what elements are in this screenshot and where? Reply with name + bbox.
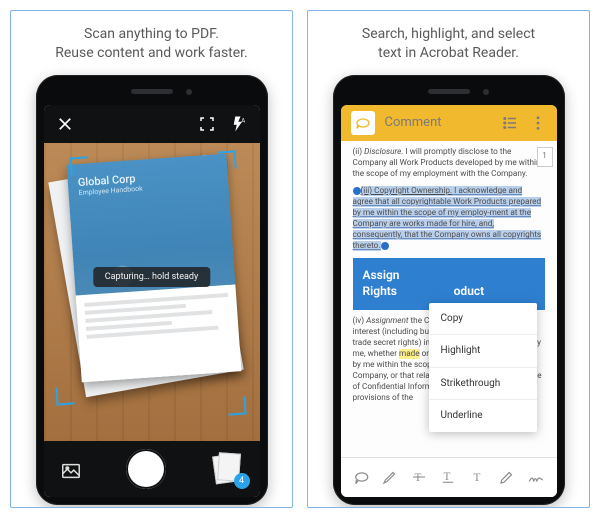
sensor	[483, 89, 489, 95]
caption-line: Search, highlight, and select	[362, 25, 535, 44]
thumb-count-badge: 4	[234, 473, 250, 489]
crop-corner[interactable]	[217, 150, 236, 169]
strikethrough-tool-icon[interactable]: T	[409, 467, 429, 487]
menu-underline[interactable]: Underline	[429, 400, 537, 432]
signature-tool-icon[interactable]	[526, 467, 546, 487]
gallery-icon[interactable]	[60, 460, 78, 478]
list-icon[interactable]	[501, 114, 519, 132]
highlight-tool-icon[interactable]	[380, 467, 400, 487]
capture-toast: Capturing… hold steady	[93, 267, 210, 287]
crop-corner[interactable]	[69, 156, 88, 175]
left-panel: Scan anything to PDF. Reuse content and …	[10, 10, 293, 508]
page-number[interactable]: 1	[537, 147, 553, 167]
phone-frame: A Global Corp Employee Handbook	[36, 75, 268, 505]
caption-line: text in Acrobat Reader.	[362, 44, 535, 63]
focus-icon[interactable]	[198, 115, 216, 133]
svg-text:T: T	[444, 471, 451, 483]
highlight-mark: made	[399, 349, 420, 359]
annotation-toolbar: T T T	[341, 457, 557, 497]
svg-text:T: T	[415, 472, 422, 484]
document-body[interactable]: 1 (ii) Disclosure. I will promptly discl…	[341, 141, 557, 457]
draw-tool-icon[interactable]	[497, 467, 517, 487]
caption-line: Scan anything to PDF.	[55, 25, 248, 44]
text-tool-icon[interactable]: T	[468, 467, 488, 487]
selection-handle-end[interactable]	[381, 242, 389, 250]
more-icon[interactable]	[529, 114, 547, 132]
scanner-screen: A Global Corp Employee Handbook	[44, 105, 260, 497]
comment-tool-icon[interactable]	[351, 467, 371, 487]
earpiece	[428, 89, 470, 94]
caption-line: Reuse content and work faster.	[55, 44, 248, 63]
close-icon[interactable]	[56, 115, 74, 133]
flash-auto-icon[interactable]: A	[230, 115, 248, 133]
right-caption: Search, highlight, and select text in Ac…	[342, 11, 555, 75]
crop-corner[interactable]	[227, 396, 246, 415]
scanner-bottom-bar: 4	[44, 441, 260, 497]
selection-handle-start[interactable]	[353, 187, 361, 195]
camera-viewfinder: Global Corp Employee Handbook Capturing……	[44, 143, 260, 441]
selected-paragraph[interactable]: (iii) Copyright Ownership. I acknowledge…	[353, 186, 545, 252]
paragraph: (ii) Disclosure. I will promptly disclos…	[353, 147, 545, 180]
svg-text:A: A	[241, 117, 245, 124]
doc-body-preview	[75, 284, 241, 382]
menu-highlight[interactable]: Highlight	[429, 335, 537, 368]
svg-text:T: T	[473, 472, 480, 484]
back-comment-icon[interactable]	[351, 111, 375, 135]
earpiece	[131, 89, 173, 94]
menu-strikethrough[interactable]: Strikethrough	[429, 368, 537, 401]
thumbnail-stack[interactable]: 4	[214, 453, 244, 485]
context-menu: Copy Highlight Strikethrough Underline	[429, 303, 537, 432]
crop-corner[interactable]	[55, 386, 74, 405]
toolbar-title: Comment	[385, 115, 491, 130]
reader-top-bar: Comment	[341, 105, 557, 141]
scanner-top-bar: A	[44, 105, 260, 143]
left-caption: Scan anything to PDF. Reuse content and …	[35, 11, 268, 75]
shutter-button[interactable]	[126, 449, 166, 489]
right-panel: Search, highlight, and select text in Ac…	[307, 10, 590, 508]
phone-frame: Comment 1 (ii) Disclosure. I will prompt…	[333, 75, 565, 505]
sensor	[186, 89, 192, 95]
menu-copy[interactable]: Copy	[429, 303, 537, 336]
reader-screen: Comment 1 (ii) Disclosure. I will prompt…	[341, 105, 557, 497]
underline-tool-icon[interactable]: T	[438, 467, 458, 487]
